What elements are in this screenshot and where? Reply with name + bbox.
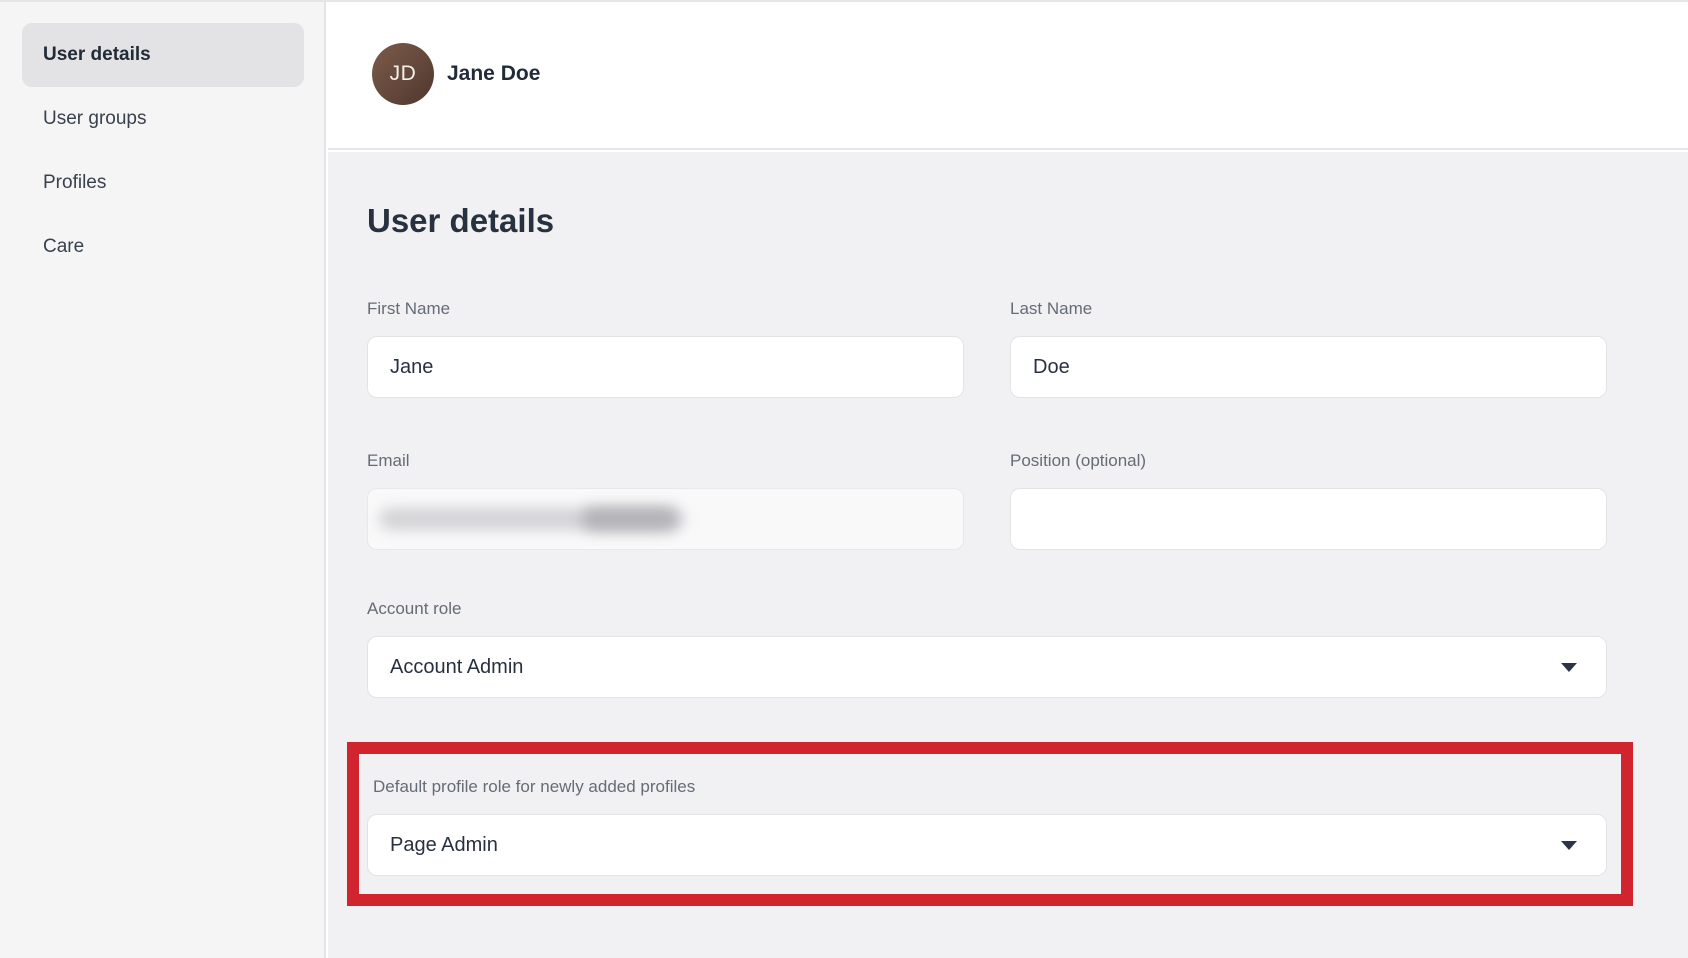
settings-sidebar: User details User groups Profiles Care <box>0 0 326 958</box>
position-label: Position (optional) <box>1010 450 1607 472</box>
avatar: JD <box>372 43 434 105</box>
sidebar-item-label: User groups <box>43 108 147 130</box>
sidebar-item-label: User details <box>43 44 151 66</box>
first-name-label: First Name <box>367 298 964 320</box>
user-details-form: First Name Last Name Email Position (opt… <box>367 240 1607 906</box>
user-details-panel: User details First Name Last Name Email … <box>328 152 1688 958</box>
user-name: Jane Doe <box>447 62 540 86</box>
account-role-label: Account role <box>367 598 1607 620</box>
email-label: Email <box>367 450 964 472</box>
sidebar-item-label: Profiles <box>43 172 106 194</box>
last-name-group: Last Name <box>1010 298 1607 398</box>
account-role-select[interactable]: Account Admin <box>367 636 1607 698</box>
last-name-label: Last Name <box>1010 298 1607 320</box>
user-header: JD Jane Doe <box>328 0 1688 150</box>
sidebar-item-label: Care <box>43 236 84 258</box>
highlight-annotation-box: Default profile role for newly added pro… <box>347 742 1633 906</box>
sidebar-item-profiles[interactable]: Profiles <box>22 151 304 215</box>
sidebar-item-care[interactable]: Care <box>22 215 304 279</box>
first-name-input[interactable] <box>367 336 964 398</box>
sidebar-item-user-groups[interactable]: User groups <box>22 87 304 151</box>
default-profile-role-select[interactable]: Page Admin <box>367 814 1607 876</box>
page-title: User details <box>367 202 1607 240</box>
email-input[interactable] <box>367 488 964 550</box>
default-profile-role-value: Page Admin <box>390 834 498 857</box>
sidebar-item-user-details[interactable]: User details <box>22 23 304 87</box>
chevron-down-icon <box>1561 663 1577 672</box>
default-profile-role-label: Default profile role for newly added pro… <box>373 776 1607 798</box>
avatar-initials: JD <box>390 62 417 86</box>
last-name-input[interactable] <box>1010 336 1607 398</box>
page-top-divider <box>0 0 1688 2</box>
position-group: Position (optional) <box>1010 450 1607 550</box>
email-group: Email <box>367 450 964 550</box>
chevron-down-icon <box>1561 841 1577 850</box>
account-role-value: Account Admin <box>390 656 523 679</box>
position-input[interactable] <box>1010 488 1607 550</box>
account-role-group: Account role Account Admin <box>367 598 1607 698</box>
first-name-group: First Name <box>367 298 964 398</box>
email-field-wrapper <box>367 488 964 550</box>
